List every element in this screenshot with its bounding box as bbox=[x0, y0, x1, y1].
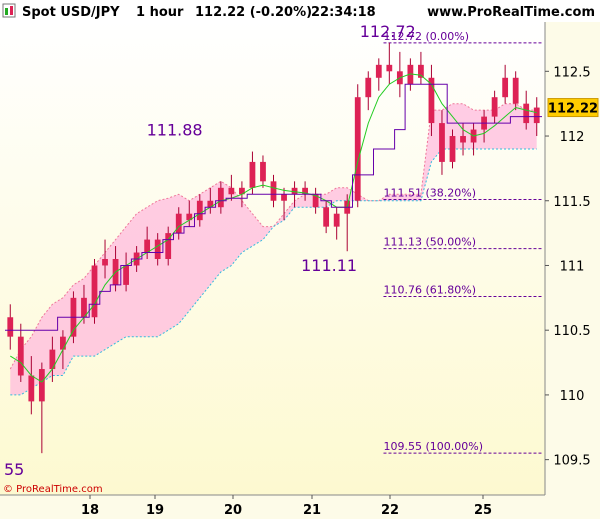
candle-body bbox=[270, 181, 277, 201]
candle-body bbox=[386, 64, 393, 72]
current-price-label: 112.22 bbox=[548, 102, 598, 117]
candle-body bbox=[502, 77, 509, 98]
fib-label: 111.51 (38.20%) bbox=[383, 186, 476, 199]
price-annotation: 112.72 bbox=[360, 22, 416, 41]
candle-body bbox=[439, 123, 445, 162]
candle-body bbox=[323, 207, 330, 227]
candle-body bbox=[375, 64, 382, 78]
candle-body bbox=[217, 187, 224, 208]
candle-body bbox=[123, 265, 129, 285]
candle-body bbox=[249, 161, 256, 188]
current-price-tag: 112.22 bbox=[547, 98, 599, 118]
y-tick-label: 110.5 bbox=[553, 324, 590, 339]
candle-body bbox=[28, 375, 35, 402]
fib-label: 111.13 (50.00%) bbox=[383, 236, 476, 249]
candle-body bbox=[60, 336, 66, 350]
x-tick-label: 20 bbox=[224, 503, 242, 518]
candle-body bbox=[7, 317, 14, 337]
chart-type-icon-bar bbox=[5, 8, 8, 15]
x-tick-label: 25 bbox=[474, 503, 492, 518]
candle-body bbox=[260, 161, 266, 182]
x-tick-label: 18 bbox=[81, 503, 99, 518]
price-change-label: 112.22 (-0.20%) bbox=[195, 5, 312, 20]
chart-window: 112.72 (0.00%) 111.51 (38.20%) 111.13 (50.… bbox=[0, 0, 600, 519]
candle-body bbox=[281, 194, 287, 201]
candle-body bbox=[354, 97, 361, 201]
candle-body bbox=[533, 107, 540, 124]
candle-body bbox=[460, 136, 466, 143]
candle-body bbox=[175, 213, 182, 234]
x-tick-label: 21 bbox=[303, 503, 321, 518]
candle-body bbox=[91, 265, 98, 318]
y-tick-label: 111 bbox=[560, 259, 585, 274]
candle-body bbox=[512, 77, 519, 104]
candle-body bbox=[523, 103, 530, 124]
price-annotation: 111.11 bbox=[301, 256, 357, 275]
candle-body bbox=[154, 239, 161, 259]
candle-body bbox=[333, 213, 340, 227]
fib-label: 109.55 (100.00%) bbox=[383, 440, 483, 453]
header-bar: Spot USD/JPY 1 hour 112.22 (-0.20%) 22:3… bbox=[0, 0, 600, 22]
y-tick-label: 109.5 bbox=[553, 454, 590, 469]
x-tick-label: 19 bbox=[146, 503, 164, 518]
chart-type-icon-bar bbox=[10, 6, 13, 15]
y-tick-label: 112.5 bbox=[553, 65, 590, 80]
candle-body bbox=[196, 200, 203, 221]
candle-body bbox=[102, 259, 108, 266]
price-chart[interactable]: 112.72 (0.00%)111.51 (38.20%)111.13 (50.… bbox=[0, 0, 600, 519]
y-tick-label: 111.5 bbox=[553, 195, 590, 210]
time-label: 22:34:18 bbox=[311, 5, 376, 20]
candle-body bbox=[17, 336, 24, 376]
y-tick-label: 110 bbox=[560, 389, 585, 404]
x-tick-label: 22 bbox=[381, 503, 399, 518]
candle-body bbox=[449, 136, 456, 162]
candle-body bbox=[365, 77, 372, 98]
copyright-label[interactable]: © ProRealTime.com bbox=[3, 484, 103, 495]
chart-type-icon[interactable] bbox=[2, 3, 16, 18]
instrument-name: Spot USD/JPY bbox=[22, 5, 120, 20]
timeframe-label: 1 hour bbox=[136, 5, 184, 20]
candle-body bbox=[38, 369, 45, 402]
plot-background bbox=[0, 22, 545, 495]
candle-body bbox=[144, 239, 151, 253]
y-tick-label: 112 bbox=[560, 130, 585, 145]
fib-label: 110.76 (61.80%) bbox=[383, 284, 476, 297]
price-annotation: 55 bbox=[4, 460, 24, 479]
candle-body bbox=[228, 187, 235, 195]
candle-body bbox=[491, 97, 498, 117]
price-annotation: 111.88 bbox=[147, 121, 203, 140]
site-label[interactable]: www.ProRealTime.com bbox=[427, 5, 595, 20]
